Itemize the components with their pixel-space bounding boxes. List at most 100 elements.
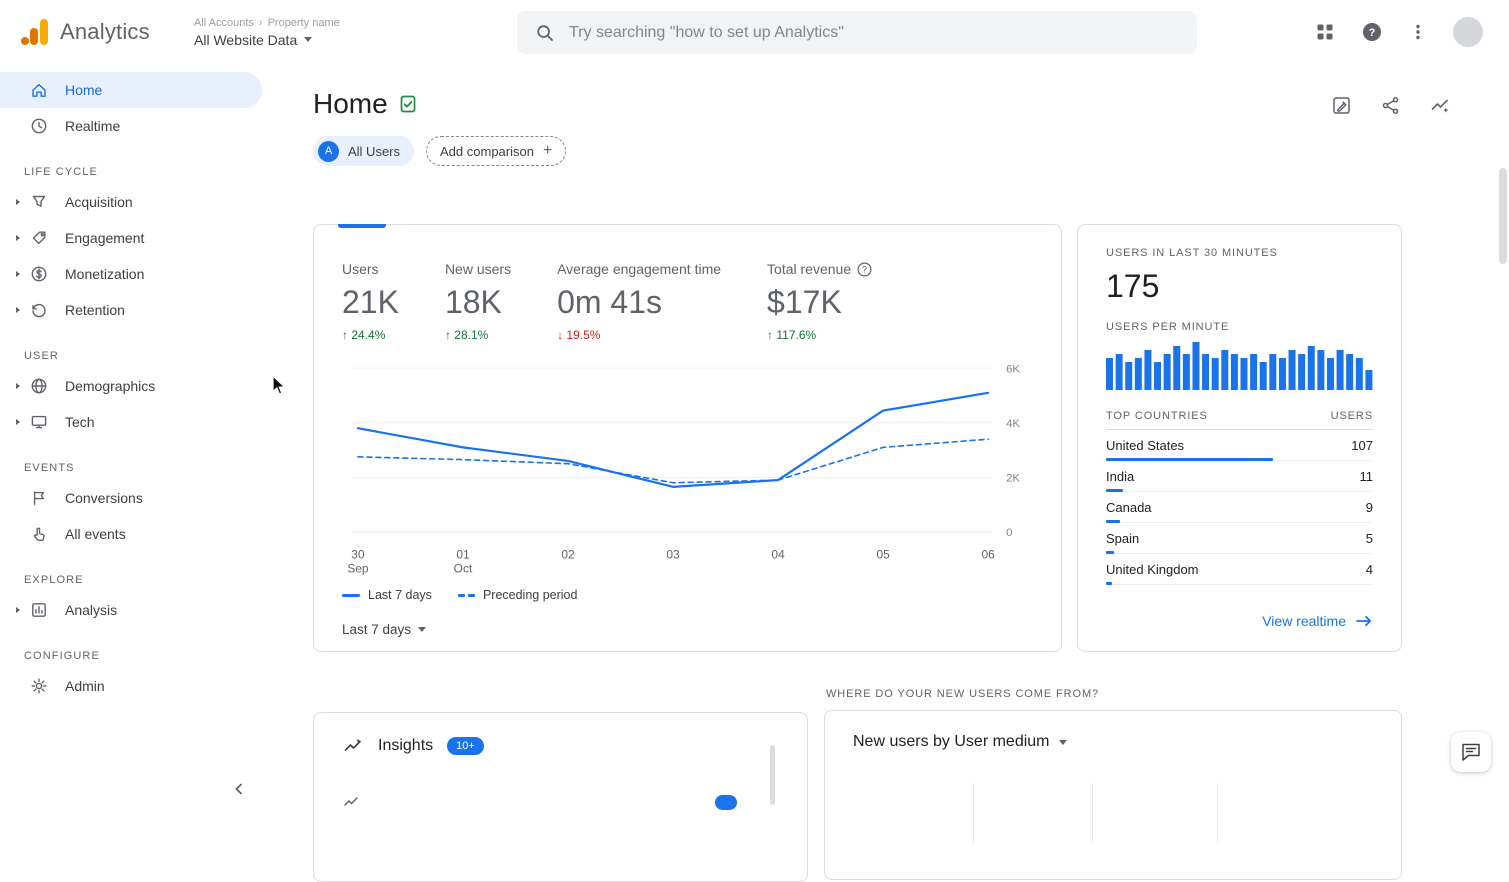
share-icon[interactable] bbox=[1380, 94, 1401, 116]
metric-delta: ↑ 117.6% bbox=[767, 328, 872, 342]
metric-delta: ↑ 24.4% bbox=[342, 328, 399, 342]
global-search[interactable] bbox=[517, 11, 1197, 54]
caret-down-icon bbox=[1059, 740, 1067, 745]
sidebar-item-analysis[interactable]: Analysis bbox=[0, 592, 262, 628]
help-icon[interactable]: ? bbox=[1361, 21, 1383, 43]
country-users-value: 4 bbox=[1366, 562, 1373, 577]
google-analytics-logo[interactable] bbox=[18, 15, 52, 49]
search-icon bbox=[535, 23, 555, 43]
expand-caret-icon[interactable] bbox=[10, 198, 25, 206]
sidebar-item-conversions[interactable]: Conversions bbox=[0, 480, 262, 516]
caret-down-icon bbox=[418, 627, 426, 632]
country-name: United Kingdom bbox=[1106, 562, 1199, 577]
insights-count-badge[interactable]: 10+ bbox=[447, 737, 484, 755]
page-scrollbar-thumb[interactable] bbox=[1499, 168, 1507, 264]
kebab-menu-icon[interactable] bbox=[1409, 23, 1427, 41]
svg-text:05: 05 bbox=[876, 548, 890, 562]
property-selector-label: All Website Data bbox=[194, 32, 297, 48]
sidebar-item-label: Tech bbox=[65, 414, 95, 430]
metric-users: Users21K↑ 24.4% bbox=[342, 261, 399, 342]
comparison-chips: A All Users Add comparison + bbox=[313, 136, 1509, 166]
metric-delta: ↓ 19.5% bbox=[557, 328, 721, 342]
sidebar-item-home[interactable]: Home bbox=[0, 72, 262, 108]
country-users-value: 107 bbox=[1351, 438, 1373, 453]
svg-text:4K: 4K bbox=[1006, 418, 1020, 430]
metric-label-text: New users bbox=[445, 261, 511, 277]
legend-preceding-period: Preceding period bbox=[458, 588, 578, 602]
sidebar-item-retention[interactable]: Retention bbox=[0, 292, 262, 328]
country-users-value: 11 bbox=[1360, 469, 1374, 484]
metric-value: 0m 41s bbox=[557, 284, 721, 321]
new-users-card: New users by User medium bbox=[824, 710, 1402, 880]
acquisition-icon bbox=[29, 192, 49, 212]
sidebar-item-label: Demographics bbox=[65, 378, 155, 394]
svg-text:02: 02 bbox=[561, 548, 575, 562]
sidebar-item-realtime[interactable]: Realtime bbox=[0, 108, 262, 144]
tech-icon bbox=[29, 412, 49, 432]
top-countries-header: TOP COUNTRIES USERS bbox=[1106, 410, 1373, 430]
expand-caret-icon[interactable] bbox=[10, 606, 25, 614]
home-icon bbox=[29, 80, 49, 100]
avatar[interactable] bbox=[1453, 17, 1483, 47]
search-input[interactable] bbox=[569, 24, 1179, 42]
page-title: Home bbox=[313, 88, 388, 120]
country-name: United States bbox=[1106, 438, 1184, 453]
add-comparison-chip[interactable]: Add comparison + bbox=[426, 136, 566, 166]
demographics-icon bbox=[29, 376, 49, 396]
sidebar-item-monetization[interactable]: Monetization bbox=[0, 256, 262, 292]
insight-item-badge bbox=[715, 795, 737, 810]
date-range-selector[interactable]: Last 7 days bbox=[342, 622, 1033, 637]
view-realtime-link[interactable]: View realtime bbox=[1106, 613, 1373, 629]
customize-report-icon[interactable] bbox=[1331, 94, 1352, 116]
insights-title: Insights bbox=[378, 737, 433, 755]
clock-icon bbox=[29, 116, 49, 136]
report-snapshot-check-icon bbox=[398, 94, 418, 114]
expand-caret-icon[interactable] bbox=[10, 270, 25, 278]
expand-caret-icon[interactable] bbox=[10, 418, 25, 426]
metric-label: Total revenue? bbox=[767, 261, 872, 277]
help-circle-icon[interactable]: ? bbox=[857, 262, 872, 277]
new-users-section-label: WHERE DO YOUR NEW USERS COME FROM? bbox=[826, 688, 1402, 700]
insight-list-item[interactable] bbox=[342, 793, 779, 811]
dashed-line-swatch bbox=[458, 594, 475, 597]
svg-text:04: 04 bbox=[771, 548, 785, 562]
account-property-switcher[interactable]: All Accounts › Property name All Website… bbox=[194, 17, 340, 48]
monetization-icon bbox=[29, 264, 49, 284]
sidebar-item-label: Analysis bbox=[65, 602, 117, 618]
expand-caret-icon[interactable] bbox=[10, 382, 25, 390]
sidebar-item-all-events[interactable]: All events bbox=[0, 516, 262, 552]
country-name: India bbox=[1106, 469, 1134, 484]
metric-delta: ↑ 28.1% bbox=[445, 328, 511, 342]
all-users-chip[interactable]: A All Users bbox=[313, 136, 414, 166]
sidebar-item-admin[interactable]: Admin bbox=[0, 668, 262, 704]
legend-label: Preceding period bbox=[483, 588, 578, 602]
breadcrumb-property: Property name bbox=[268, 17, 340, 29]
sidebar-item-demographics[interactable]: Demographics bbox=[0, 368, 262, 404]
sidebar-item-engagement[interactable]: Engagement bbox=[0, 220, 262, 256]
view-realtime-label: View realtime bbox=[1262, 613, 1346, 629]
expand-caret-icon[interactable] bbox=[10, 234, 25, 242]
insights-sparkline-icon[interactable] bbox=[1429, 94, 1451, 116]
breadcrumb-separator: › bbox=[259, 17, 263, 29]
insight-item-icon bbox=[342, 793, 360, 811]
sidebar-section-heading-user: USER bbox=[24, 350, 262, 362]
feedback-button[interactable] bbox=[1451, 732, 1491, 772]
metric-value: 18K bbox=[445, 284, 511, 321]
admin-icon bbox=[29, 676, 49, 696]
sidebar-section-heading-configure: CONFIGURE bbox=[24, 650, 262, 662]
report-actions bbox=[1331, 94, 1451, 116]
svg-text:?: ? bbox=[862, 264, 867, 274]
all-users-badge: A bbox=[318, 141, 339, 162]
sidebar-collapse-button[interactable] bbox=[232, 782, 246, 796]
sidebar-item-tech[interactable]: Tech bbox=[0, 404, 262, 440]
users-column-label: USERS bbox=[1331, 410, 1373, 422]
metric-value: $17K bbox=[767, 284, 872, 321]
sidebar-item-label: Acquisition bbox=[65, 194, 133, 210]
new-users-dimension-selector[interactable]: New users by User medium bbox=[853, 733, 1373, 751]
expand-caret-icon[interactable] bbox=[10, 306, 25, 314]
country-users-value: 9 bbox=[1366, 500, 1373, 515]
apps-grid-icon[interactable] bbox=[1315, 22, 1335, 42]
insights-card-scrollbar[interactable] bbox=[770, 745, 775, 805]
top-app-bar: Analytics All Accounts › Property name A… bbox=[0, 0, 1509, 64]
sidebar-item-acquisition[interactable]: Acquisition bbox=[0, 184, 262, 220]
